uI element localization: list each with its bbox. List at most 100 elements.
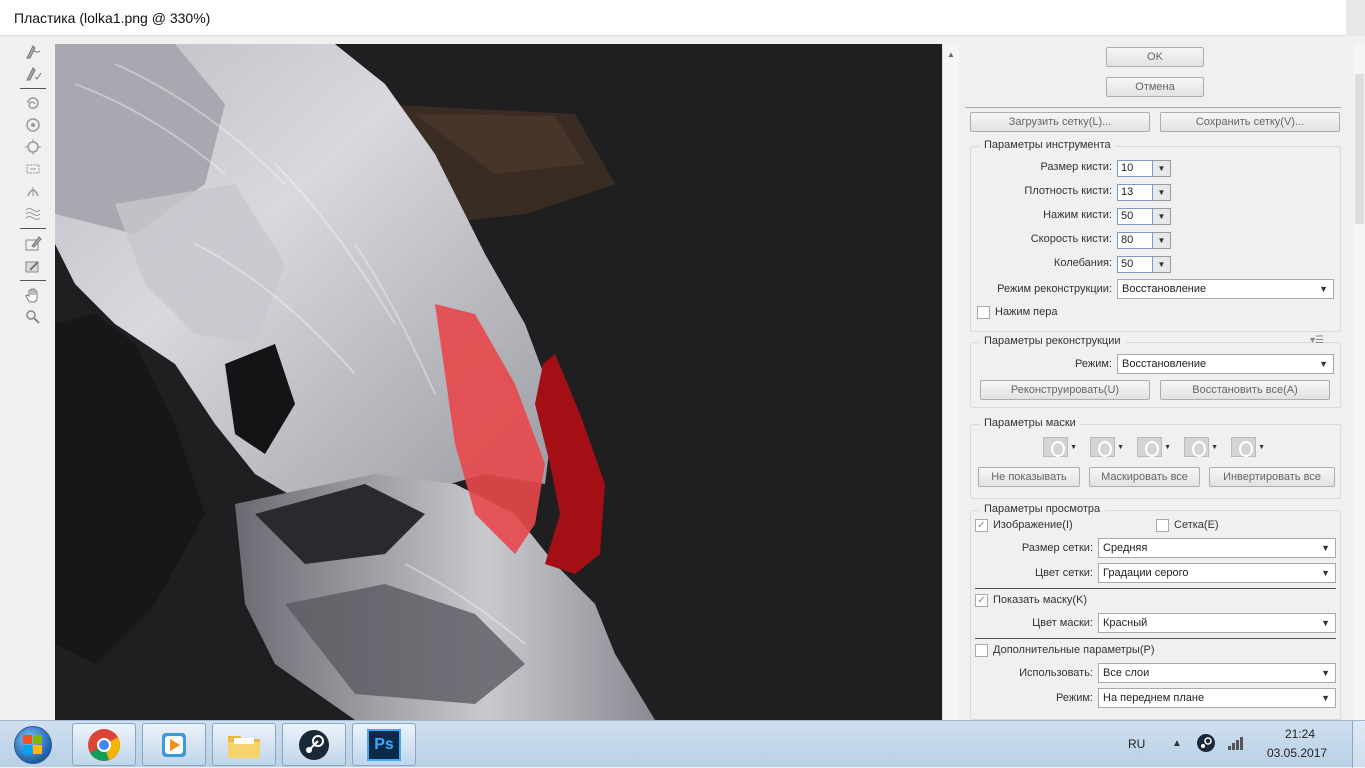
window-title: Пластика (lolka1.png @ 330%) <box>14 10 211 26</box>
mesh-size-select[interactable]: Средняя ▼ <box>1098 538 1336 558</box>
windows-logo-icon <box>23 735 43 755</box>
media-player-icon <box>162 732 186 757</box>
tool-divider <box>20 280 46 281</box>
reconstruct-mode-select-2[interactable]: Восстановление ▼ <box>1117 354 1334 374</box>
mesh-size-label: Размер сетки: <box>1021 542 1093 554</box>
chevron-down-icon: ▼ <box>1321 543 1330 553</box>
warp-tool-icon[interactable] <box>20 42 46 62</box>
show-mask-checkbox[interactable]: ✓ <box>975 594 988 607</box>
load-mesh-button[interactable]: Загрузить сетку(L)... <box>970 112 1150 132</box>
reconstruct-mode-label-2: Режим: <box>1075 358 1112 370</box>
twirl-tool-icon[interactable] <box>20 93 46 113</box>
mask-all-button[interactable]: Маскировать все <box>1089 467 1200 487</box>
mask-none-button[interactable]: Не показывать <box>978 467 1080 487</box>
stylus-pressure-checkbox[interactable] <box>977 306 990 319</box>
show-desktop-button[interactable] <box>1352 721 1365 768</box>
freeze-mask-tool-icon[interactable] <box>20 233 46 253</box>
turbulent-jitter-dropdown-icon[interactable]: ▼ <box>1153 256 1171 273</box>
ok-button[interactable]: OK <box>1106 47 1204 67</box>
reconstruct-tool-icon[interactable] <box>20 64 46 84</box>
show-mesh-checkbox[interactable] <box>1156 519 1169 532</box>
options-panel: OK Отмена Загрузить сетку(L)... Сохранит… <box>965 44 1345 720</box>
taskbar-explorer[interactable] <box>212 723 276 766</box>
divider <box>965 107 1341 108</box>
reconstruct-button[interactable]: Реконструировать(U) <box>980 380 1150 400</box>
chevron-down-icon: ▼ <box>1319 284 1328 294</box>
start-button[interactable] <box>8 724 64 764</box>
bloat-tool-icon[interactable] <box>20 137 46 157</box>
mask-add-icon[interactable]: ▼ <box>1090 437 1124 457</box>
taskbar-steam[interactable] <box>282 723 346 766</box>
mask-options-group <box>970 424 1341 499</box>
chevron-down-icon: ▼ <box>1321 693 1330 703</box>
push-left-tool-icon[interactable] <box>20 159 46 179</box>
mesh-color-label: Цвет сетки: <box>1034 567 1093 579</box>
brush-size-dropdown-icon[interactable]: ▼ <box>1153 160 1171 177</box>
use-label: Использовать: <box>1019 667 1093 679</box>
reconstruct-mode-label: Режим реконструкции: <box>997 283 1112 295</box>
brush-pressure-dropdown-icon[interactable]: ▼ <box>1153 208 1171 225</box>
panel-menu-icon[interactable]: ▾☰ <box>1310 335 1324 346</box>
mask-replace-icon[interactable]: ▼ <box>1043 437 1077 457</box>
use-value: Все слои <box>1103 667 1150 679</box>
brush-rate-label: Скорость кисти: <box>1030 233 1112 245</box>
clock-time[interactable]: 21:24 <box>1285 727 1315 741</box>
zoom-tool-icon[interactable] <box>20 307 46 327</box>
clock-date[interactable]: 03.05.2017 <box>1267 746 1327 760</box>
panel-scrollbar[interactable] <box>1354 44 1365 720</box>
brush-rate-dropdown-icon[interactable]: ▼ <box>1153 232 1171 249</box>
hand-tool-icon[interactable] <box>20 285 46 305</box>
brush-pressure-input[interactable]: 50 <box>1117 208 1153 225</box>
tray-expand-icon[interactable]: ▲ <box>1172 738 1182 749</box>
brush-pressure-label: Нажим кисти: <box>1043 209 1112 221</box>
mesh-color-value: Градации серого <box>1103 567 1189 579</box>
steam-icon <box>299 729 329 760</box>
show-mesh-label: Сетка(E) <box>1174 519 1219 531</box>
mesh-size-value: Средняя <box>1103 542 1148 554</box>
pucker-tool-icon[interactable] <box>20 115 46 135</box>
brush-size-input[interactable]: 10 <box>1117 160 1153 177</box>
brush-density-dropdown-icon[interactable]: ▼ <box>1153 184 1171 201</box>
steam-tray-icon[interactable] <box>1196 733 1216 753</box>
save-mesh-button[interactable]: Сохранить сетку(V)... <box>1160 112 1340 132</box>
thaw-mask-tool-icon[interactable] <box>20 255 46 275</box>
backdrop-mode-select[interactable]: На переднем плане ▼ <box>1098 688 1336 708</box>
restore-all-button[interactable]: Восстановить все(A) <box>1160 380 1330 400</box>
taskbar-chrome[interactable] <box>72 723 136 766</box>
chevron-down-icon: ▼ <box>1321 668 1330 678</box>
cancel-button[interactable]: Отмена <box>1106 77 1204 97</box>
preview-canvas[interactable] <box>55 44 942 720</box>
show-image-checkbox[interactable]: ✓ <box>975 519 988 532</box>
brush-density-input[interactable]: 13 <box>1117 184 1153 201</box>
backdrop-mode-label: Режим: <box>1056 692 1093 704</box>
panel-scrollbar-thumb[interactable] <box>1355 74 1364 224</box>
mask-color-select[interactable]: Красный ▼ <box>1098 613 1336 633</box>
canvas-scrollbar[interactable]: ▲ <box>942 44 959 720</box>
scroll-up-icon[interactable]: ▲ <box>947 50 955 59</box>
reconstruct-mode-select[interactable]: Восстановление ▼ <box>1117 279 1334 299</box>
use-select[interactable]: Все слои ▼ <box>1098 663 1336 683</box>
reconstruct-mode-value-2: Восстановление <box>1122 358 1207 370</box>
mask-invert-icon[interactable]: ▼ <box>1231 437 1265 457</box>
explorer-icon <box>228 735 260 758</box>
turbulence-tool-icon[interactable] <box>20 203 46 223</box>
mask-color-value: Красный <box>1103 617 1148 629</box>
taskbar-photoshop[interactable]: Ps <box>352 723 416 766</box>
turbulent-jitter-label: Колебания: <box>1053 257 1112 269</box>
invert-all-button[interactable]: Инвертировать все <box>1209 467 1335 487</box>
stylus-pressure-label: Нажим пера <box>995 306 1058 318</box>
mirror-tool-icon[interactable] <box>20 181 46 201</box>
taskbar-media-player[interactable] <box>142 723 206 766</box>
view-options-title: Параметры просмотра <box>979 503 1106 515</box>
reconstruct-options-title: Параметры реконструкции <box>979 335 1126 347</box>
liquify-dialog: ▲ OK Отмена Загрузить сетку(L)... Сохран… <box>0 36 1365 720</box>
language-indicator[interactable]: RU <box>1128 737 1145 751</box>
mask-intersect-icon[interactable]: ▼ <box>1184 437 1218 457</box>
show-backdrop-checkbox[interactable] <box>975 644 988 657</box>
network-signal-icon[interactable] <box>1227 735 1247 751</box>
tool-divider <box>20 228 46 229</box>
mesh-color-select[interactable]: Градации серого ▼ <box>1098 563 1336 583</box>
brush-rate-input[interactable]: 80 <box>1117 232 1153 249</box>
turbulent-jitter-input[interactable]: 50 <box>1117 256 1153 273</box>
mask-subtract-icon[interactable]: ▼ <box>1137 437 1171 457</box>
